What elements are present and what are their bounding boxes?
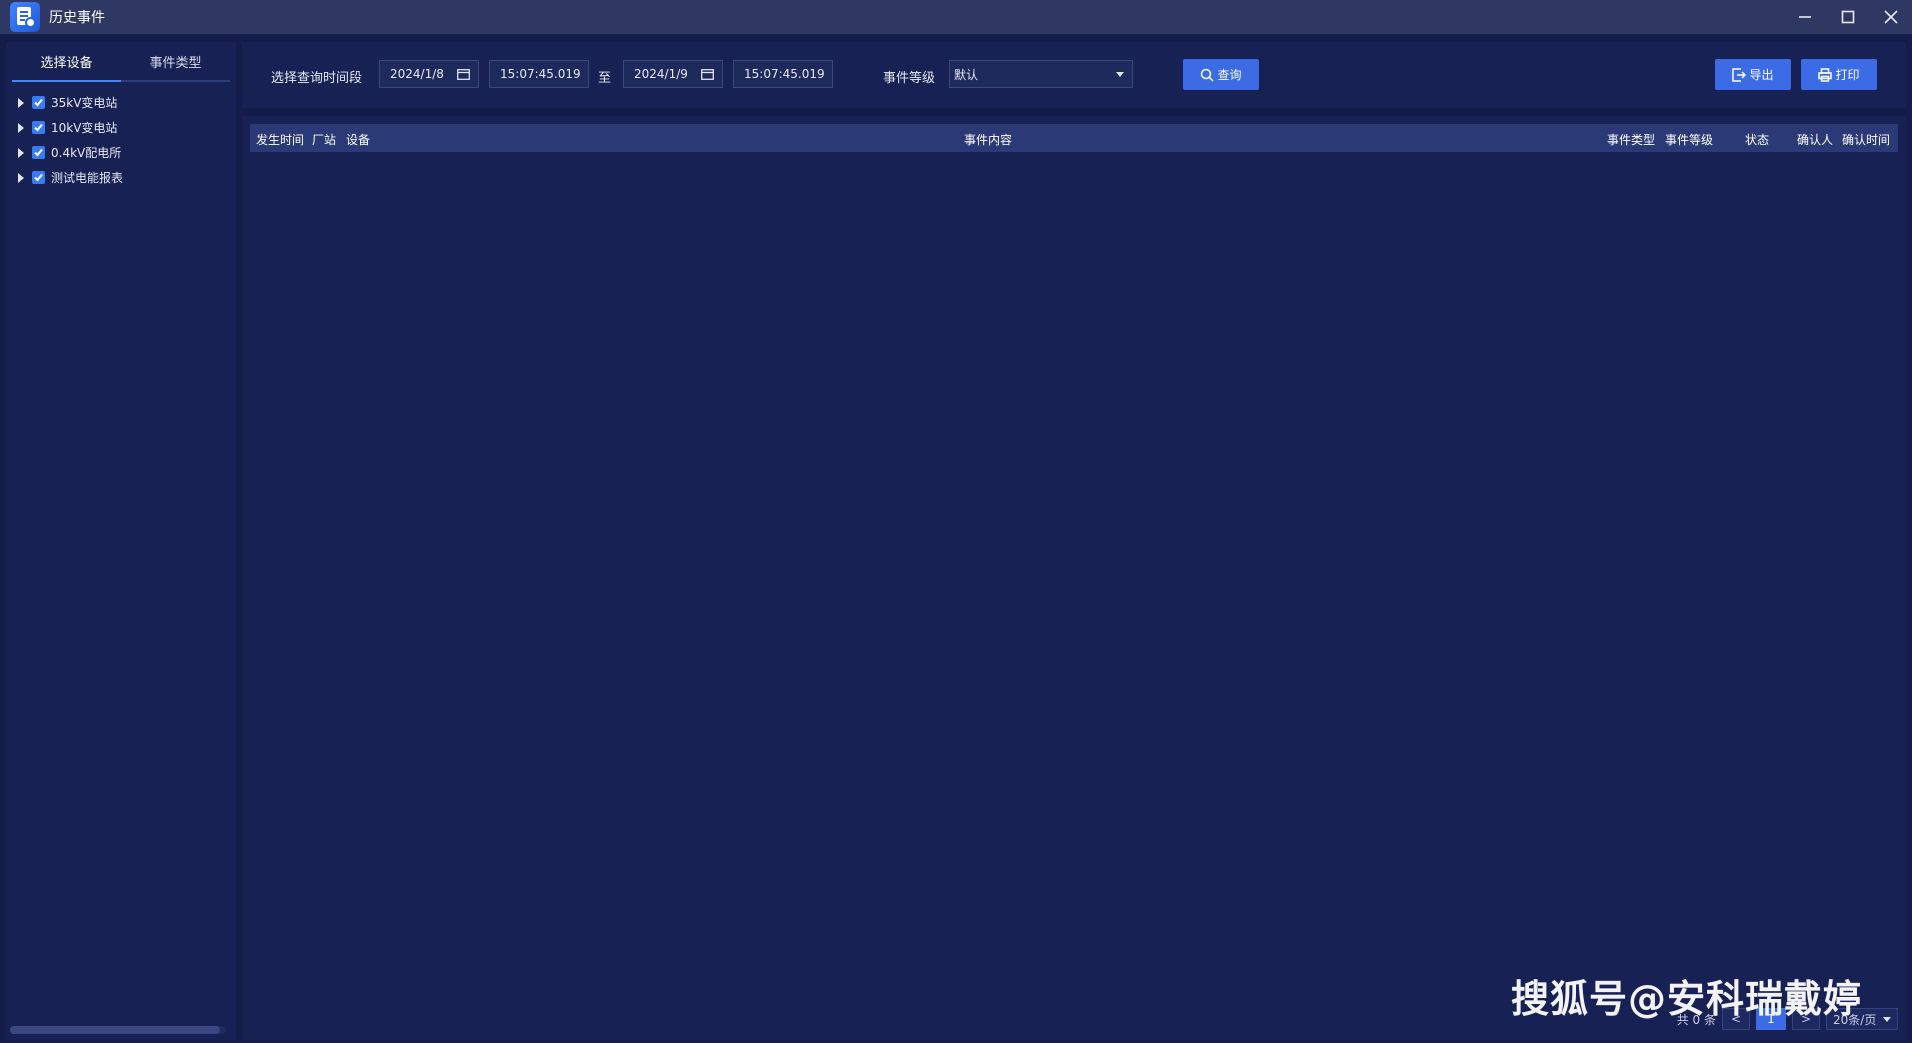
start-date-picker[interactable]: 2024/1/8 bbox=[379, 60, 479, 88]
tree-item-0.4kv[interactable]: 0.4kV配电所 bbox=[14, 140, 236, 165]
end-time-field[interactable]: 15:07:45.019 bbox=[733, 60, 833, 88]
column-header-level[interactable]: 事件等级 bbox=[1665, 131, 1713, 148]
event-table-panel: 发生时间 厂站 设备 事件内容 事件类型 事件等级 状态 确认人 确认时间 共 … bbox=[242, 116, 1906, 1040]
export-button-label: 导出 bbox=[1749, 68, 1774, 82]
chevron-right-icon: > bbox=[1800, 1012, 1812, 1026]
column-header-confirmer[interactable]: 确认人 bbox=[1797, 131, 1833, 148]
column-header-type[interactable]: 事件类型 bbox=[1607, 131, 1655, 148]
device-tree: 35kV变电站 10kV变电站 0.4kV配电所 测试电能报表 bbox=[6, 82, 236, 190]
next-page-button[interactable]: > bbox=[1792, 1008, 1820, 1030]
device-sidebar: 选择设备 事件类型 35kV变电站 10kV变电站 0.4kV配电所 测试电能报… bbox=[6, 42, 236, 1040]
checkbox[interactable] bbox=[32, 146, 45, 159]
to-label: 至 bbox=[598, 71, 612, 86]
chevron-left-icon: < bbox=[1730, 1012, 1742, 1026]
title-bar: 历史事件 bbox=[0, 0, 1912, 34]
search-icon bbox=[1201, 68, 1215, 82]
event-level-value: 默认 bbox=[954, 67, 979, 82]
column-header-device[interactable]: 设备 bbox=[346, 131, 370, 148]
expand-caret-icon[interactable] bbox=[18, 97, 24, 108]
expand-caret-icon[interactable] bbox=[18, 122, 24, 133]
event-level-select[interactable]: 默认 bbox=[949, 60, 1133, 88]
prev-page-button[interactable]: < bbox=[1722, 1008, 1750, 1030]
export-icon bbox=[1732, 67, 1747, 82]
app-icon bbox=[10, 2, 40, 32]
tree-item-label: 35kV变电站 bbox=[51, 96, 118, 110]
tree-item-label: 0.4kV配电所 bbox=[51, 146, 122, 160]
printer-icon bbox=[1818, 67, 1833, 82]
scrollbar-thumb[interactable] bbox=[10, 1026, 220, 1034]
column-header-confirm-time[interactable]: 确认时间 bbox=[1842, 131, 1890, 148]
start-time-field[interactable]: 15:07:45.019 bbox=[489, 60, 589, 88]
total-count: 共 0 条 bbox=[1676, 1012, 1716, 1027]
check-icon bbox=[34, 98, 43, 107]
sidebar-tabs: 选择设备 事件类型 bbox=[12, 42, 230, 82]
print-button-label: 打印 bbox=[1835, 68, 1860, 82]
end-time-value: 15:07:45.019 bbox=[744, 67, 825, 81]
window-controls bbox=[1783, 0, 1912, 34]
page-number-button[interactable]: 1 bbox=[1756, 1008, 1786, 1030]
close-button[interactable] bbox=[1869, 0, 1912, 34]
window-title: 历史事件 bbox=[49, 10, 105, 26]
column-header-content[interactable]: 事件内容 bbox=[964, 131, 1012, 148]
level-label: 事件等级 bbox=[883, 71, 936, 86]
checkbox[interactable] bbox=[32, 121, 45, 134]
period-label: 选择查询时间段 bbox=[271, 71, 363, 86]
end-date-picker[interactable]: 2024/1/9 bbox=[623, 60, 723, 88]
tab-event-type[interactable]: 事件类型 bbox=[121, 42, 230, 80]
query-toolbar: 选择查询时间段 2024/1/8 15:07:45.019 至 2024/1/9… bbox=[242, 42, 1906, 108]
checkbox[interactable] bbox=[32, 171, 45, 184]
maximize-icon bbox=[1841, 10, 1854, 24]
start-time-value: 15:07:45.019 bbox=[500, 67, 581, 81]
calendar-icon bbox=[457, 68, 470, 80]
column-header-station[interactable]: 厂站 bbox=[312, 131, 336, 148]
maximize-button[interactable] bbox=[1826, 0, 1869, 34]
horizontal-scrollbar[interactable] bbox=[10, 1026, 226, 1034]
close-icon bbox=[1883, 10, 1898, 24]
start-date-value: 2024/1/8 bbox=[390, 67, 444, 81]
minimize-icon bbox=[1798, 16, 1811, 18]
end-date-value: 2024/1/9 bbox=[634, 67, 688, 81]
export-button[interactable]: 导出 bbox=[1715, 59, 1791, 90]
chevron-down-icon bbox=[1116, 72, 1124, 77]
chevron-down-icon bbox=[1883, 1017, 1891, 1022]
column-header-status[interactable]: 状态 bbox=[1745, 131, 1769, 148]
query-button-label: 查询 bbox=[1217, 68, 1242, 82]
pagination: 共 0 条 < 1 > 20条/页 bbox=[1677, 1008, 1898, 1030]
query-button[interactable]: 查询 bbox=[1183, 59, 1259, 90]
tree-item-35kv[interactable]: 35kV变电站 bbox=[14, 90, 236, 115]
tree-item-energy-report[interactable]: 测试电能报表 bbox=[14, 165, 236, 190]
checkbox[interactable] bbox=[32, 96, 45, 109]
tab-select-device[interactable]: 选择设备 bbox=[12, 42, 121, 82]
minimize-button[interactable] bbox=[1783, 0, 1826, 34]
check-icon bbox=[34, 173, 43, 182]
check-icon bbox=[34, 123, 43, 132]
column-header-time[interactable]: 发生时间 bbox=[256, 131, 304, 148]
expand-caret-icon[interactable] bbox=[18, 147, 24, 158]
check-icon bbox=[34, 148, 43, 157]
expand-caret-icon[interactable] bbox=[18, 172, 24, 183]
tree-item-10kv[interactable]: 10kV变电站 bbox=[14, 115, 236, 140]
page-size-value: 20条/页 bbox=[1833, 1012, 1877, 1027]
table-header: 发生时间 厂站 设备 事件内容 事件类型 事件等级 状态 确认人 确认时间 bbox=[250, 124, 1898, 152]
page-size-select[interactable]: 20条/页 bbox=[1826, 1008, 1898, 1030]
tree-item-label: 10kV变电站 bbox=[51, 121, 118, 135]
print-button[interactable]: 打印 bbox=[1801, 59, 1877, 90]
calendar-icon bbox=[701, 68, 714, 80]
tree-item-label: 测试电能报表 bbox=[51, 171, 124, 185]
